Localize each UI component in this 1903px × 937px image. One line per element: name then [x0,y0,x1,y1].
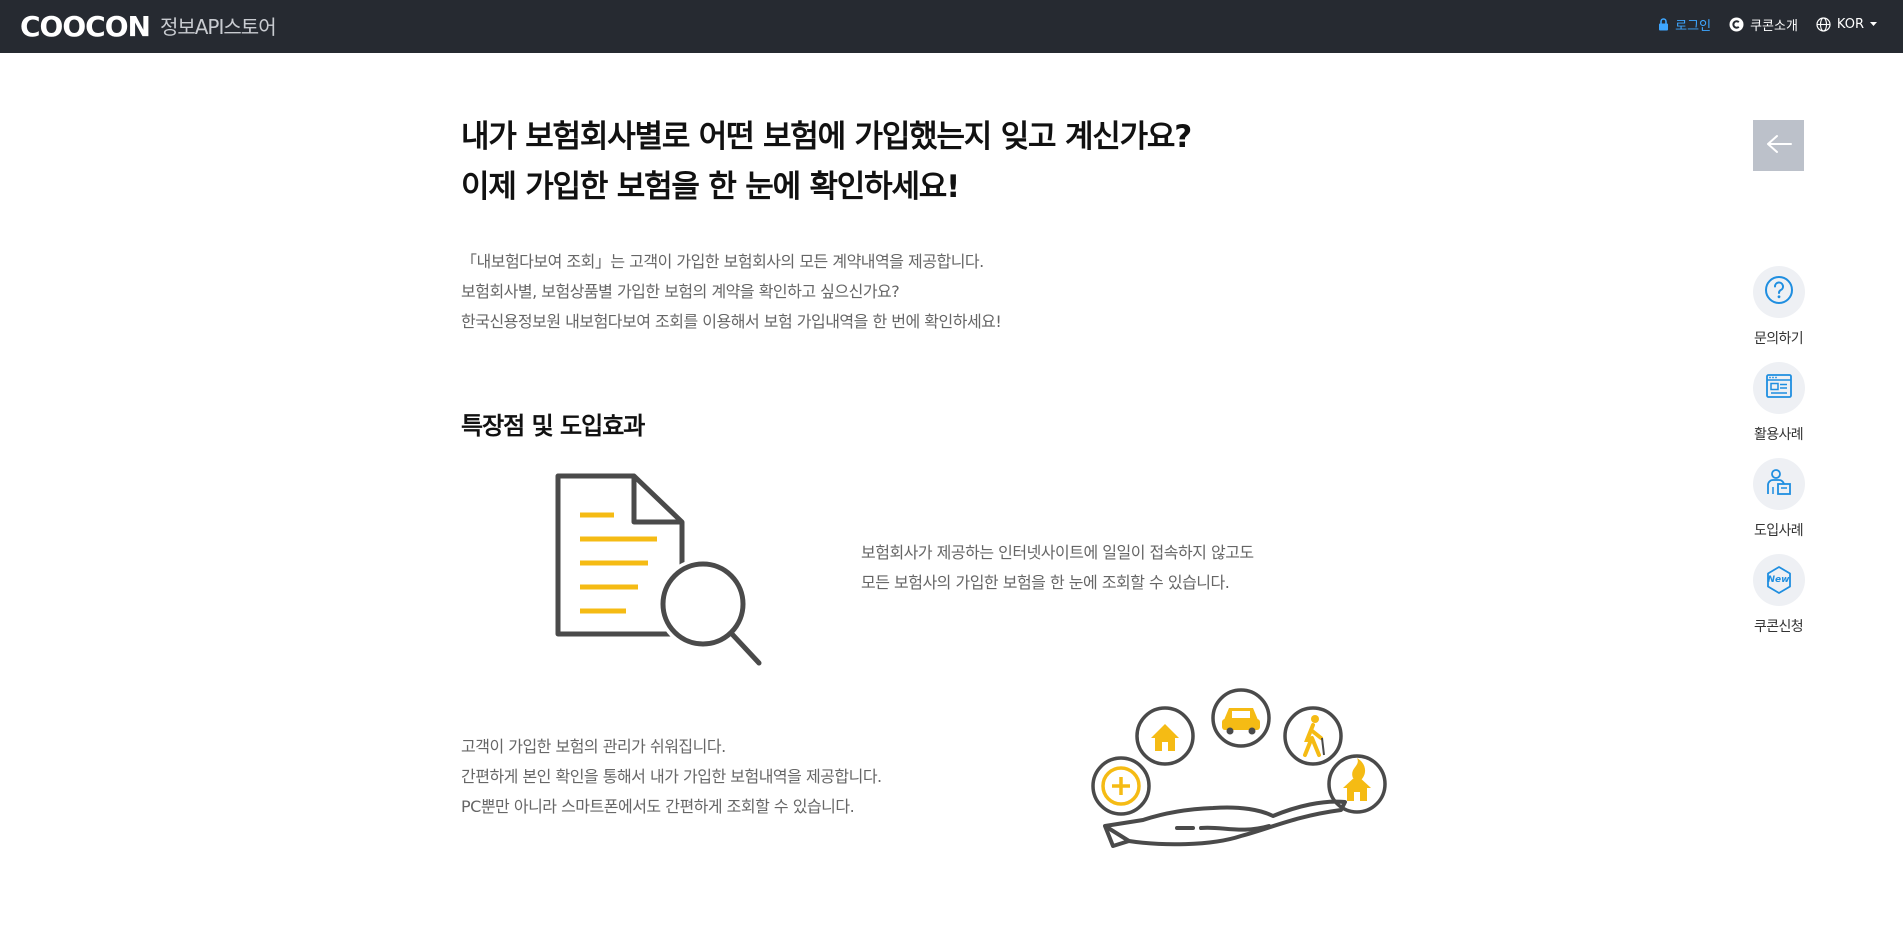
rail-item-apply[interactable]: New 쿠콘신청 [1750,554,1807,636]
rail-item-label: 쿠콘신청 [1753,619,1804,635]
rail-icon-circle [1752,458,1805,510]
feature-line: 간편하게 본인 확인을 통해서 내가 가입한 보험내역을 제공합니다. [461,767,882,786]
feature-line: PC뿐만 아니라 스마트폰에서도 간편하게 조회할 수 있습니다. [461,797,855,816]
store-name: 정보API스토어 [159,15,277,39]
login-label: 로그인 [1675,19,1712,34]
document-search-icon [554,470,784,670]
feature-description: 보험회사가 제공하는 인터넷사이트에 일일이 접속하지 않고도 모든 보험사의 … [861,538,1254,598]
login-link[interactable]: 로그인 [1658,15,1711,34]
globe-icon [1816,17,1831,32]
rail-item-adoption-cases[interactable]: 도입사례 [1750,458,1807,540]
rail-icon-circle [1752,266,1805,318]
rail-item-use-cases[interactable]: 활용사례 [1750,362,1807,444]
back-button[interactable] [1753,120,1804,171]
coocon-logo: COOCON [20,10,151,43]
feature-line: 모든 보험사의 가입한 보험을 한 눈에 조회할 수 있습니다. [861,573,1230,592]
about-coocon-link[interactable]: 쿠콘소개 [1729,15,1798,34]
feature-description: 고객이 가입한 보험의 관리가 쉬워집니다. 간편하게 본인 확인을 통해서 내… [461,732,882,822]
coocon-c-icon [1729,17,1744,32]
section-title: 특장점 및 도입효과 [461,412,645,440]
new-badge-text: New [1767,575,1790,585]
lock-icon [1658,18,1669,31]
rail-item-label: 문의하기 [1753,331,1804,347]
rail-icon-circle [1752,362,1805,414]
intro-text: 「내보험다보여 조회」는 고객이 가입한 보험회사의 모든 계약내역을 제공합니… [461,247,1002,337]
feature-line: 보험회사가 제공하는 인터넷사이트에 일일이 접속하지 않고도 [861,543,1254,562]
person-box-icon [1764,467,1794,501]
new-badge-icon: New [1764,565,1794,595]
page-headline: 내가 보험회사별로 어떤 보험에 가입했는지 잊고 계신가요? 이제 가입한 보… [461,112,1192,212]
site-logo[interactable]: COOCON 정보API스토어 [20,10,277,43]
intro-line: 한국신용정보원 내보험다보여 조회를 이용해서 보험 가입내역을 한 번에 확인… [461,312,1002,331]
feature-line: 고객이 가입한 보험의 관리가 쉬워집니다. [461,737,726,756]
headline-line: 이제 가입한 보험을 한 눈에 확인하세요! [461,169,960,205]
rail-icon-circle: New [1752,554,1805,606]
language-label: KOR [1836,17,1864,32]
caret-down-icon [1870,22,1877,27]
top-nav: 로그인 쿠콘소개 KOR [1658,15,1877,34]
question-icon [1764,275,1794,309]
rail-item-label: 활용사례 [1753,427,1804,443]
language-selector[interactable]: KOR [1816,17,1877,32]
headline-line: 내가 보험회사별로 어떤 보험에 가입했는지 잊고 계신가요? [461,119,1192,155]
about-label: 쿠콘소개 [1750,19,1798,34]
rail-item-inquiry[interactable]: 문의하기 [1750,266,1807,348]
top-bar: COOCON 정보API스토어 로그인 쿠콘소개 KOR [0,0,1903,53]
intro-line: 「내보험다보여 조회」는 고객이 가입한 보험회사의 모든 계약내역을 제공합니… [461,252,984,271]
browser-window-icon [1765,372,1793,404]
rail-item-label: 도입사례 [1753,523,1804,539]
insurance-hand-icon [1091,688,1391,866]
intro-line: 보험회사별, 보험상품별 가입한 보험의 계약을 확인하고 싶으신가요? [461,282,900,301]
arrow-left-icon [1766,134,1792,158]
